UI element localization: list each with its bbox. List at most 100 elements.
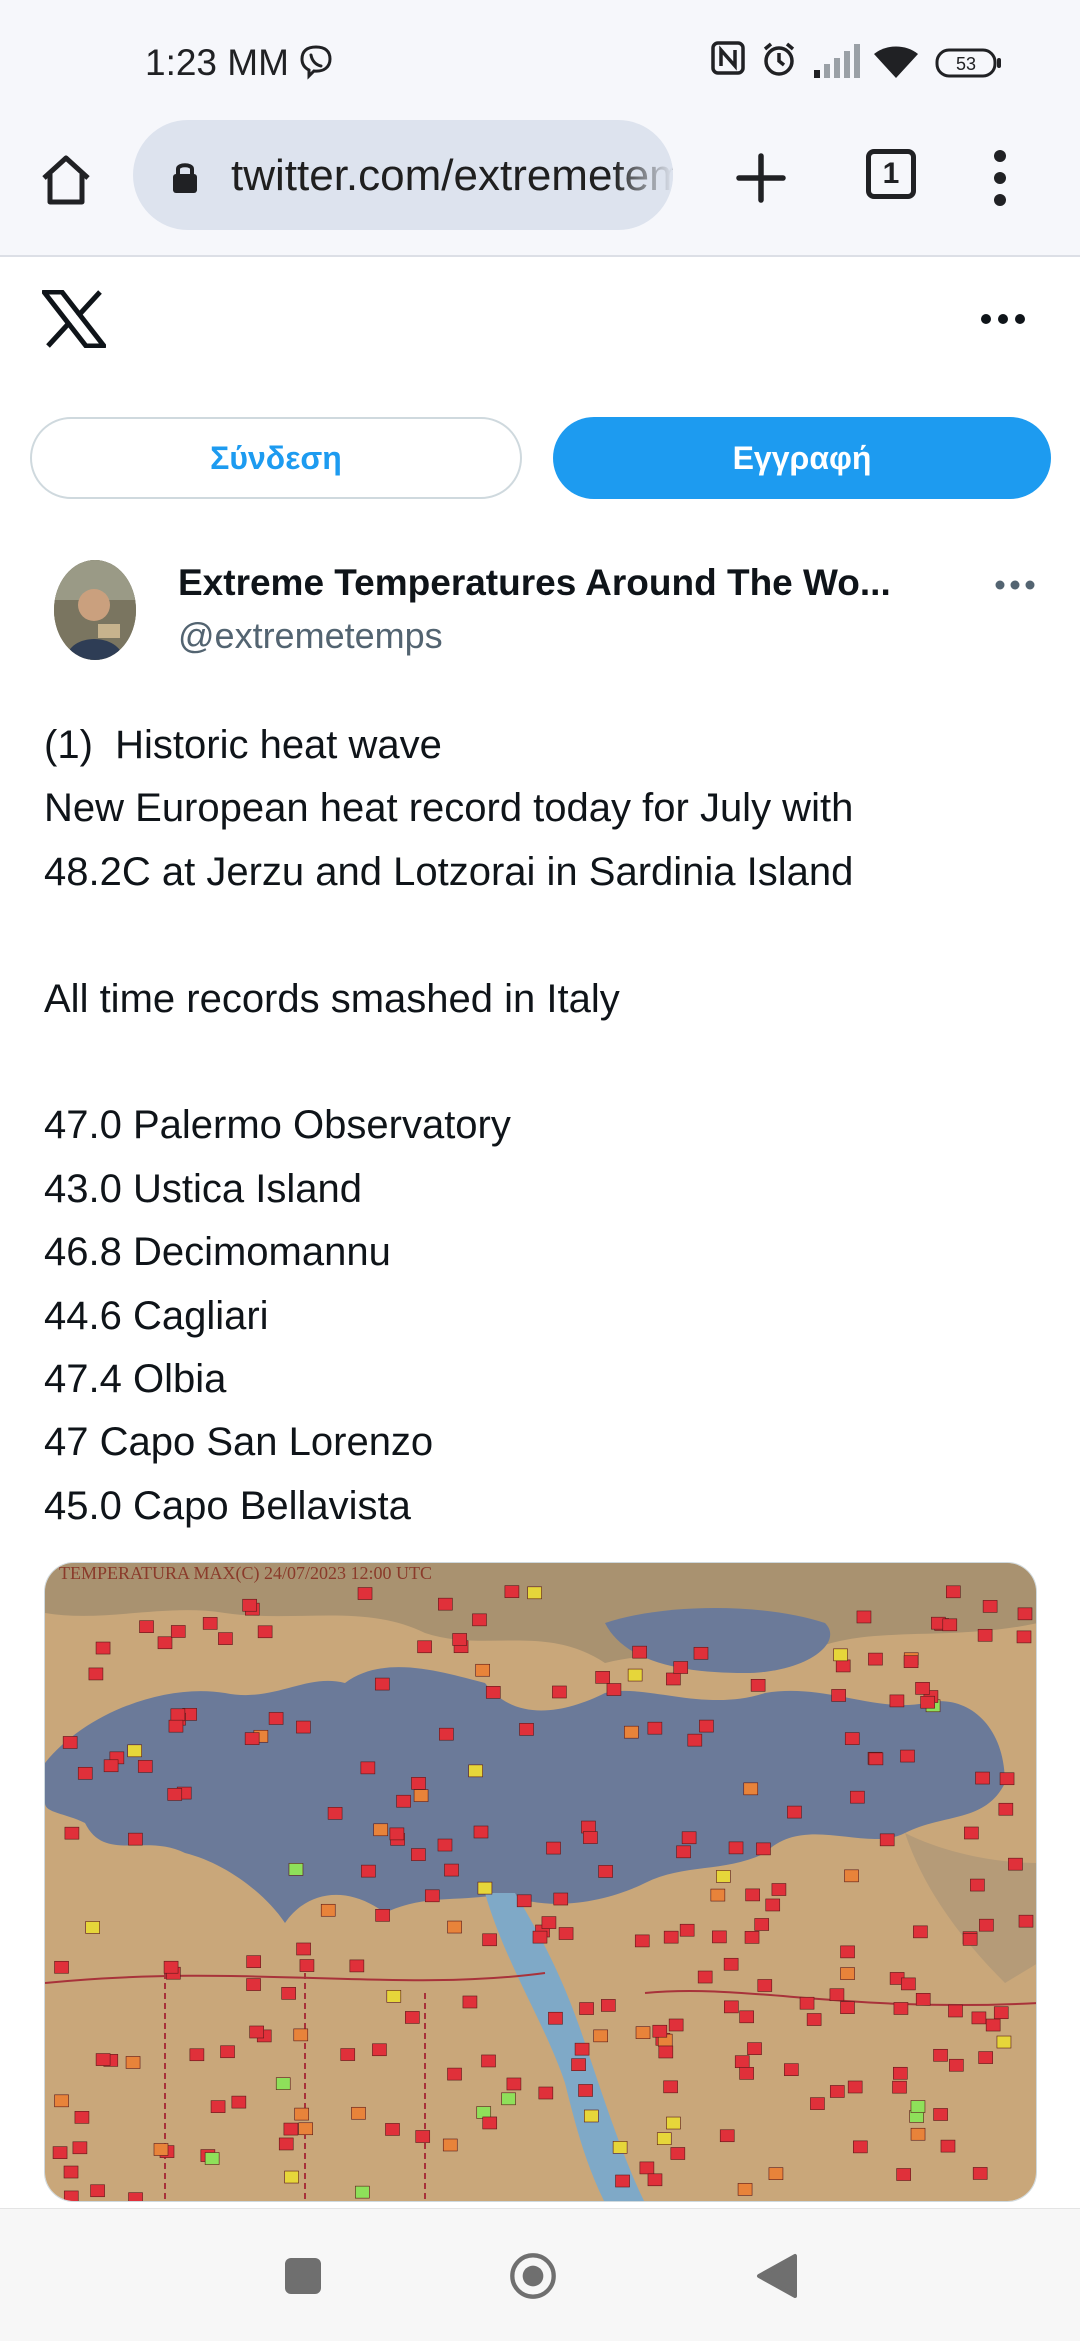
station-marker [246,1955,261,1968]
station-marker [296,1720,311,1734]
station-marker [506,2077,522,2091]
tab-switcher-button[interactable]: 1 [866,149,916,199]
back-triangle-icon [757,2254,797,2298]
station-marker [710,1888,726,1902]
home-icon [42,155,90,205]
station-marker [652,2024,668,2038]
station-marker [847,2080,863,2094]
station-marker [999,1772,1015,1786]
station-marker [627,1668,643,1682]
station-marker [546,1841,561,1855]
station-marker [128,2192,143,2201]
station-marker [468,1764,483,1778]
station-marker [257,1625,273,1639]
station-marker [993,2006,1009,2020]
station-marker [447,2067,462,2081]
tweet-image[interactable]: TEMPERATURA MAX(C) 24/07/2023 12:00 UTC [44,1562,1037,2202]
station-marker [844,1732,860,1745]
station-marker [52,2146,68,2159]
station-marker [892,2080,907,2094]
browser-toolbar: twitter.com/extremetemps 1 [0,110,1080,257]
station-marker [787,1805,802,1819]
station-marker [54,2094,69,2108]
station-marker [595,1671,610,1684]
station-marker [975,1771,990,1785]
x-logo[interactable] [41,289,107,349]
station-marker [481,2054,496,2068]
station-marker [189,2048,205,2062]
station-marker [747,2042,762,2055]
station-marker [242,1598,257,1612]
station-marker [170,1625,186,1638]
station-marker [719,2129,735,2143]
station-marker [283,2122,299,2136]
station-marker [771,1883,787,1896]
station-marker [583,1831,598,1844]
status-time: 1:23 MM [145,42,289,83]
station-marker [998,1802,1014,1816]
station-marker [679,1923,695,1937]
station-marker [296,1942,311,1956]
station-marker [462,1995,478,2009]
recents-button[interactable] [278,2251,328,2301]
station-marker [601,1999,616,2012]
station-marker [840,2001,855,2014]
battery-icon: 53 [935,48,1003,78]
browser-menu-button[interactable] [990,148,1010,208]
station-marker [829,2085,845,2098]
back-button[interactable] [752,2251,802,2301]
station-marker [949,2058,964,2072]
station-marker [893,2066,908,2080]
station-marker [389,1827,405,1841]
station-marker [712,1930,727,1944]
signal-icon [812,44,860,78]
station-marker [137,1760,153,1773]
station-marker [913,1925,928,1939]
station-marker [558,1927,574,1940]
station-marker [634,1934,650,1948]
lock-icon [173,163,197,193]
station-marker [360,1761,376,1775]
station-marker [373,1823,388,1837]
station-marker [361,1864,376,1878]
avatar[interactable] [54,560,136,660]
station-marker [844,1869,859,1883]
station-marker [571,2058,586,2071]
station-marker [1017,1607,1033,1621]
station-marker [757,1979,773,1992]
station-marker [340,2048,356,2061]
new-tab-button[interactable] [733,150,789,206]
station-marker [220,2045,235,2059]
station-marker [472,1613,487,1627]
station-marker [244,1732,260,1745]
station-marker [278,2137,294,2151]
station-marker [411,1777,426,1790]
station-marker [153,2143,169,2156]
station-marker [170,1708,186,1722]
author-handle[interactable]: @extremetemps [178,615,443,657]
nfc-icon [710,40,746,76]
station-marker [139,1620,154,1633]
tweet-more-button[interactable] [995,578,1035,590]
home-button[interactable] [36,150,96,210]
station-marker [768,2167,784,2180]
home-nav-button[interactable] [508,2251,558,2301]
station-marker [647,2173,663,2187]
station-marker [204,2152,220,2165]
url-bar[interactable]: twitter.com/extremetemps [133,120,673,230]
header-more-button[interactable] [980,312,1026,326]
station-marker [95,2053,111,2066]
signup-button[interactable]: Εγγραφή [553,417,1051,499]
station-marker [501,2092,516,2106]
station-marker [293,2028,309,2042]
station-marker [739,2067,754,2080]
station-marker [249,2025,264,2039]
station-marker [482,1933,497,1947]
station-marker [856,1610,872,1624]
station-marker [157,1636,173,1650]
station-marker [62,1736,78,1749]
station-marker [756,1842,771,1856]
login-button[interactable]: Σύνδεση [30,417,522,499]
station-marker [437,1838,453,1852]
author-name[interactable]: Extreme Temperatures Around The Wo... [178,562,891,604]
